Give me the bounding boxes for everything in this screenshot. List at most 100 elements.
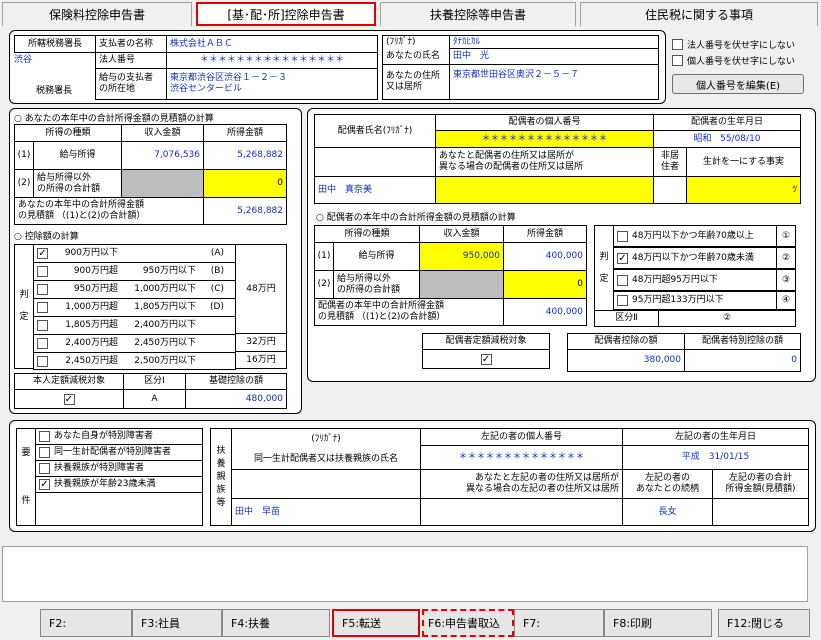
- tab-insurance[interactable]: 保険料控除申告書: [2, 2, 192, 26]
- checkbox-checked-icon[interactable]: ✓: [480, 353, 492, 365]
- payer-addr: 東京都渋谷区渋谷１－２－３ 渋谷センタービル: [166, 68, 378, 100]
- sp-ded-value: 380,000: [567, 349, 685, 372]
- requirement-label: 扶養親族が年齢23歳未満: [54, 479, 156, 489]
- deduction-row[interactable]: 900万円超 950万円以下 (B): [33, 262, 236, 281]
- tab-label: 扶養控除等申告書: [429, 8, 526, 22]
- office-label: 所轄税務署長: [14, 35, 96, 53]
- kubun1-label: 区分Ⅰ: [123, 373, 186, 390]
- your-addr: 東京都世田谷区奥沢２－５－７: [449, 64, 659, 100]
- tab-residence-tax[interactable]: 住民税に関する事項: [580, 2, 818, 26]
- furigana-label: (ﾌﾘｶﾞﾅ): [382, 35, 450, 49]
- basic-label: 基礎控除の額: [185, 373, 287, 390]
- f3-employee-button[interactable]: F3:社員: [132, 609, 222, 637]
- sp-limit-cell[interactable]: ✓: [422, 349, 550, 369]
- sp-r2-income[interactable]: 0: [503, 270, 587, 299]
- range-code: (C): [210, 284, 224, 294]
- office-suffix: 税務署長: [36, 85, 73, 96]
- income-r2-income[interactable]: 0: [203, 169, 287, 198]
- your-name-label: あなたの氏名: [382, 48, 450, 65]
- sp-r1-label: 給与所得: [333, 242, 420, 271]
- income-total: 5,268,882: [203, 197, 287, 225]
- checkbox-checked-icon[interactable]: ✓: [37, 248, 48, 259]
- tab-bar: 保険料控除申告書 [基･配･所]控除申告書 扶養控除等申告書 住民税に関する事項: [0, 0, 821, 28]
- deduction-row[interactable]: ✓ 900万円以下 (A): [33, 244, 236, 263]
- spouse-judge-row[interactable]: 95万円超133万円以下: [613, 291, 777, 310]
- corp-no-label: 法人番号: [95, 52, 167, 69]
- spouse-judge-row[interactable]: 48万円以下かつ年齢70歳以上: [613, 225, 777, 247]
- spouse-inc-title: ○ 配偶者の本年中の合計所得金額の見積額の計算: [316, 213, 516, 223]
- self-limit-cell[interactable]: ✓: [14, 389, 124, 409]
- income-total-label: あなたの本年中の合計所得金額 の見積額 （(1)と(2)の合計額）: [14, 197, 204, 225]
- requirement-item[interactable]: 同一生計配偶者が特別障害者: [35, 444, 203, 461]
- deduction-amt-16: 16万円: [235, 351, 287, 369]
- checkbox-icon[interactable]: [672, 55, 683, 66]
- checkbox-checked-icon[interactable]: ✓: [39, 479, 50, 490]
- income-col-type: 所得の種類: [14, 124, 122, 142]
- spouse-same[interactable]: ﾂ: [686, 176, 801, 204]
- checkbox-icon[interactable]: [37, 355, 48, 367]
- checkbox-icon[interactable]: [37, 320, 48, 331]
- dep-addr[interactable]: [420, 498, 623, 526]
- checkbox-icon[interactable]: [617, 230, 628, 242]
- dep-furigana[interactable]: [231, 469, 421, 499]
- f12-close-button[interactable]: F12:閉じる: [718, 609, 810, 637]
- deduction-row[interactable]: 1,805万円超 2,400万円以下: [33, 316, 236, 335]
- range-to: 1,805万円以下: [134, 302, 196, 312]
- f6-import-button[interactable]: F6:申告書取込: [422, 609, 514, 637]
- spouse-judge-row[interactable]: 48万円超95万円以下: [613, 269, 777, 291]
- edit-mynumber-button[interactable]: 個人番号を編集(E): [672, 74, 804, 94]
- payer-addr-label: 給与の支払者 の所在地: [95, 68, 167, 100]
- sp-r2-label: 給与所得以外 の所得の合計額: [333, 270, 420, 299]
- f8-print-button[interactable]: F8:印刷: [604, 609, 712, 637]
- deduction-row[interactable]: 2,400万円超 2,450万円以下: [33, 334, 236, 353]
- spouse-mynum-label: 配偶者の個人番号: [435, 114, 654, 131]
- checkbox-icon[interactable]: [672, 39, 683, 50]
- f7-button[interactable]: F7:: [514, 609, 604, 637]
- sp-r1-revenue[interactable]: 950,000: [419, 242, 504, 271]
- payer-name: 株式会社ＡＢＣ: [166, 35, 378, 53]
- range-code: (A): [210, 248, 224, 258]
- checkbox-icon[interactable]: [37, 266, 48, 277]
- range-from: 1,000万円超: [65, 302, 118, 312]
- checkbox-icon[interactable]: [617, 295, 628, 306]
- tab-dependents[interactable]: 扶養控除等申告書: [380, 2, 576, 26]
- income-r2-label: 給与所得以外 の所得の合計額: [33, 169, 122, 198]
- dep-side: 扶養親族等: [210, 428, 232, 526]
- f5-transfer-button[interactable]: F5:転送: [332, 609, 420, 637]
- sp-r2-revenue: [419, 270, 504, 299]
- checkbox-checked-icon[interactable]: ✓: [63, 393, 75, 405]
- deduction-row[interactable]: 950万円超 1,000万円以下 (C): [33, 280, 236, 299]
- deduction-row[interactable]: 1,000万円超 1,805万円以下 (D): [33, 298, 236, 317]
- option-hide-personal[interactable]: 個人番号を伏せ字にしない: [672, 54, 795, 67]
- tab-label: 住民税に関する事項: [644, 8, 753, 22]
- checkbox-icon[interactable]: [37, 284, 48, 295]
- requirement-item[interactable]: 扶養親族が特別障害者: [35, 460, 203, 477]
- spouse-name[interactable]: 田中 真奈美: [314, 176, 436, 204]
- spouse-mynum[interactable]: ＊＊＊＊＊＊＊＊＊＊＊＊＊＊: [435, 130, 654, 148]
- f2-button[interactable]: F2:: [40, 609, 132, 637]
- checkbox-icon[interactable]: [37, 302, 48, 313]
- dep-name[interactable]: 田中 早苗: [231, 498, 421, 526]
- spouse-judge-row[interactable]: ✓ 48万円以下かつ年齢70歳未満: [613, 247, 777, 269]
- spouse-nonres[interactable]: [653, 176, 687, 204]
- tab-basic-spouse-income[interactable]: [基･配･所]控除申告書: [196, 2, 376, 26]
- range-from: 900万円超: [73, 266, 118, 276]
- checkbox-icon[interactable]: [39, 447, 50, 458]
- sp-total: 400,000: [503, 298, 587, 326]
- f4-dependents-button[interactable]: F4:扶養: [222, 609, 330, 637]
- requirement-item[interactable]: ✓ 扶養親族が年齢23歳未満: [35, 476, 203, 493]
- spouse-furigana[interactable]: [314, 147, 436, 177]
- spouse-addr[interactable]: [435, 176, 654, 204]
- sp-col-revenue: 収入金額: [419, 225, 504, 243]
- option-hide-corp[interactable]: 法人番号を伏せ字にしない: [672, 38, 795, 51]
- sp-judge: 判定: [594, 225, 614, 311]
- range-from: 2,400万円超: [65, 338, 118, 348]
- checkbox-icon[interactable]: [39, 431, 50, 442]
- deduction-row[interactable]: 2,450万円超 2,500万円以下: [33, 352, 236, 370]
- checkbox-icon[interactable]: [37, 338, 48, 349]
- requirement-item[interactable]: あなた自身が特別障害者: [35, 428, 203, 445]
- checkbox-icon[interactable]: [39, 463, 50, 474]
- range-from: 900万円以下: [64, 248, 118, 258]
- checkbox-icon[interactable]: [617, 274, 628, 286]
- checkbox-checked-icon[interactable]: ✓: [617, 252, 628, 264]
